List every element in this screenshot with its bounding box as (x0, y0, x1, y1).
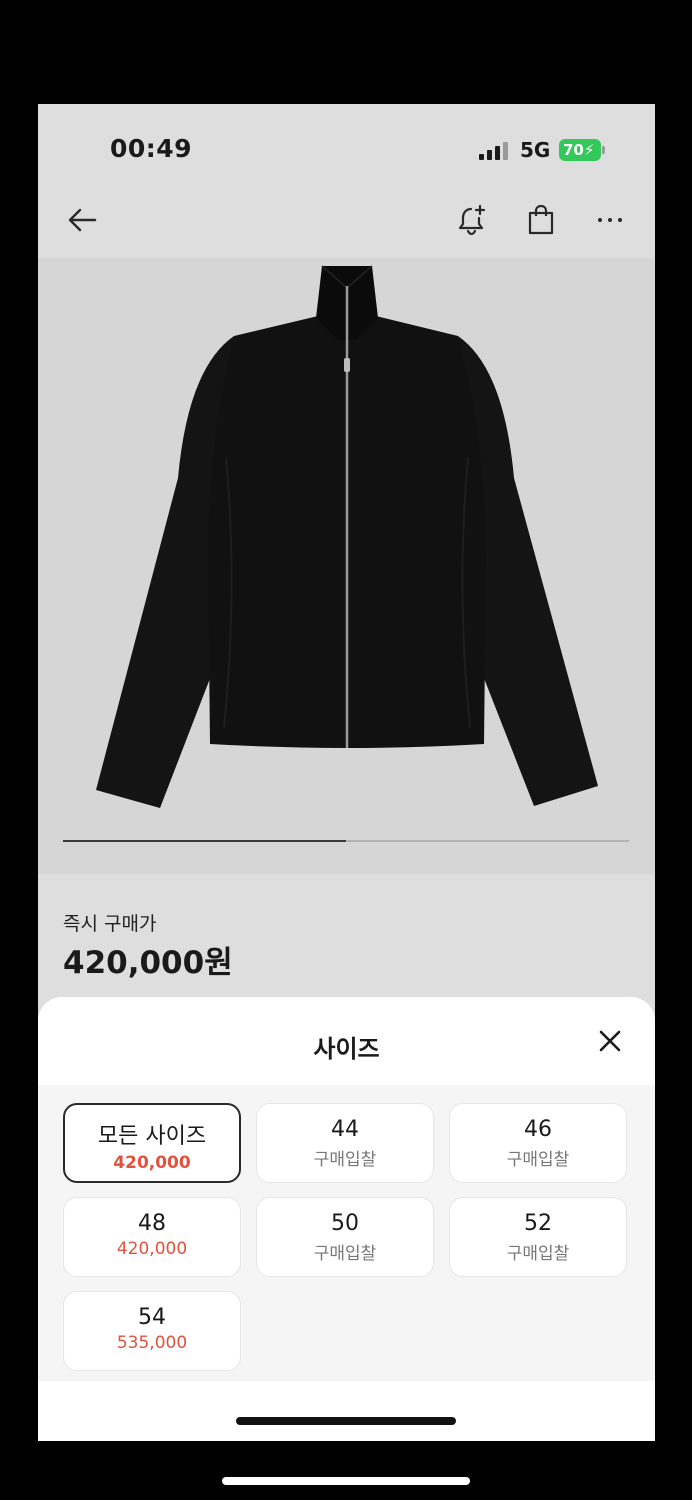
size-grid: 모든 사이즈 420,000 44 구매입찰 46 구매입찰 48 420,00… (38, 1085, 655, 1381)
instant-price-label: 즉시 구매가 (63, 913, 157, 935)
outer-home-indicator (222, 1477, 470, 1485)
size-name: 46 (524, 1117, 552, 1142)
top-nav (38, 196, 655, 258)
size-option[interactable]: 50 구매입찰 (256, 1197, 434, 1277)
product-image-gallery[interactable] (38, 258, 655, 874)
price-alert-button[interactable] (448, 196, 496, 244)
network-label: 5G (520, 138, 551, 162)
gallery-progress-track (63, 840, 629, 842)
size-bottom-sheet: 사이즈 모든 사이즈 420,000 44 구매입찰 46 구매입찰 48 42… (38, 997, 655, 1441)
battery-icon: 70⚡ (559, 139, 601, 161)
size-name: 48 (138, 1211, 166, 1236)
size-option[interactable]: 48 420,000 (63, 1197, 241, 1277)
size-name: 50 (331, 1211, 359, 1236)
size-price: 구매입찰 (313, 1244, 377, 1264)
instant-price-value: 420,000원 (63, 945, 233, 981)
cart-button[interactable] (517, 196, 565, 244)
size-name: 52 (524, 1211, 552, 1236)
size-price: 420,000 (113, 1153, 191, 1173)
sheet-title: 사이즈 (313, 1035, 380, 1063)
close-button[interactable] (594, 1025, 626, 1057)
more-button[interactable] (586, 196, 634, 244)
size-option[interactable]: 모든 사이즈 420,000 (63, 1103, 241, 1183)
arrow-left-icon (68, 208, 97, 232)
size-option[interactable]: 44 구매입찰 (256, 1103, 434, 1183)
more-horizontal-icon (598, 218, 622, 222)
size-option[interactable]: 52 구매입찰 (449, 1197, 627, 1277)
battery-level: 70 (563, 141, 584, 159)
bell-plus-icon (458, 204, 486, 236)
status-time: 00:49 (110, 134, 193, 163)
size-price: 구매입찰 (313, 1150, 377, 1170)
size-name: 54 (138, 1305, 166, 1330)
signal-icon (479, 142, 509, 160)
size-name: 모든 사이즈 (97, 1124, 207, 1149)
status-bar: 00:49 5G 70⚡ (38, 104, 655, 194)
back-button[interactable] (58, 196, 106, 244)
size-option[interactable]: 54 535,000 (63, 1291, 241, 1371)
size-name: 44 (331, 1117, 359, 1142)
size-price: 535,000 (116, 1333, 188, 1353)
battery-cap (602, 146, 605, 154)
phone-screen: 00:49 5G 70⚡ 즉시 구매가 420,000원 사이즈 모든 사이즈 … (38, 104, 655, 1441)
product-image-jacket (96, 265, 598, 808)
gallery-progress-fill (63, 840, 346, 842)
size-price: 구매입찰 (506, 1150, 570, 1170)
close-icon (599, 1030, 621, 1052)
shopping-bag-icon (528, 204, 554, 235)
home-indicator (236, 1417, 456, 1425)
size-price: 구매입찰 (506, 1244, 570, 1264)
size-price: 420,000 (116, 1239, 188, 1259)
size-option[interactable]: 46 구매입찰 (449, 1103, 627, 1183)
